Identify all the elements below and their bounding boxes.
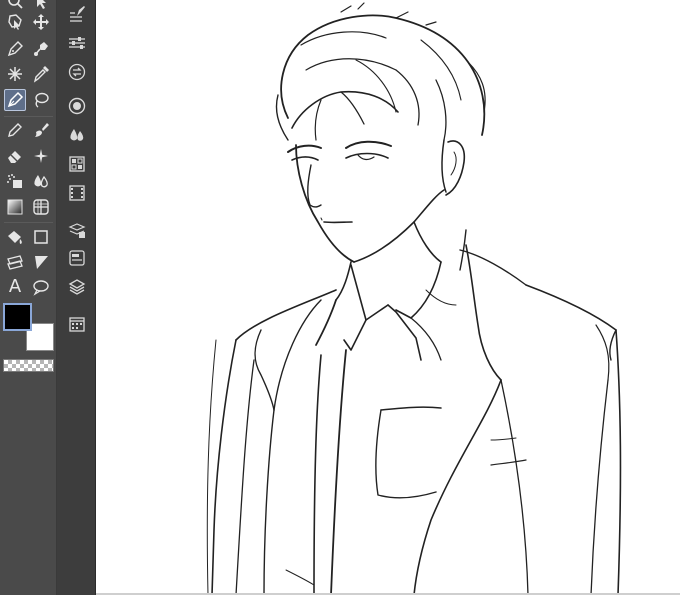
lasso-icon bbox=[35, 92, 49, 108]
eraser-tool-button[interactable] bbox=[4, 145, 26, 167]
calendar-button[interactable] bbox=[66, 313, 88, 335]
vector-pen-icon bbox=[34, 42, 48, 56]
bucket-icon bbox=[8, 231, 22, 244]
pen-tool-button[interactable] bbox=[4, 89, 26, 111]
blend-tool-button[interactable] bbox=[30, 170, 52, 192]
toolbox-panel: A bbox=[0, 0, 57, 595]
layers-icon bbox=[68, 279, 86, 295]
speech-bubble-icon bbox=[33, 280, 49, 296]
brush-icon bbox=[35, 123, 49, 137]
layer-button[interactable] bbox=[66, 276, 88, 298]
filmstrip-icon bbox=[69, 185, 85, 201]
color-set-button[interactable] bbox=[66, 124, 88, 146]
square-icon bbox=[34, 230, 48, 244]
calendar-icon bbox=[69, 317, 85, 332]
material-button[interactable] bbox=[66, 219, 88, 241]
airbrush-tool-button[interactable] bbox=[4, 170, 26, 192]
color-circle-icon bbox=[68, 97, 86, 115]
auto-select-tool-button[interactable] bbox=[4, 63, 26, 85]
text-icon: A bbox=[8, 276, 22, 297]
balloon-tool-button[interactable] bbox=[30, 276, 52, 298]
pencil-icon bbox=[8, 123, 22, 137]
drops-icon bbox=[70, 129, 84, 141]
palette-grid-icon bbox=[69, 156, 85, 172]
pen-nib-icon bbox=[7, 41, 23, 57]
ruler-icon bbox=[7, 255, 23, 270]
wand-icon bbox=[8, 67, 22, 81]
magnifier-icon bbox=[8, 0, 23, 9]
text-tool-button[interactable]: A bbox=[4, 276, 26, 298]
stack-grid-icon bbox=[68, 223, 86, 238]
figure-tool-button[interactable] bbox=[30, 226, 52, 248]
frame-tool-button[interactable] bbox=[30, 251, 52, 273]
eraser-icon bbox=[8, 151, 21, 163]
main-color-swatch[interactable] bbox=[3, 303, 32, 331]
pen-tool-alt-button[interactable] bbox=[4, 38, 26, 60]
object-select-icon bbox=[8, 14, 22, 30]
sub-tool-detail-button[interactable] bbox=[66, 32, 88, 54]
pen-nib-icon bbox=[7, 91, 24, 108]
navigator-button[interactable] bbox=[66, 61, 88, 83]
fill-tool-button[interactable] bbox=[4, 226, 26, 248]
grid-icon bbox=[33, 199, 49, 215]
intermediate-color-button[interactable] bbox=[66, 153, 88, 175]
tool-property-button[interactable] bbox=[66, 3, 88, 25]
airbrush-icon bbox=[7, 174, 22, 188]
command-bar bbox=[57, 0, 96, 595]
brush-tool-button[interactable] bbox=[30, 119, 52, 141]
pencil-tool-button[interactable] bbox=[4, 119, 26, 141]
vector-edit-tool-button[interactable] bbox=[30, 38, 52, 60]
sliders-icon bbox=[69, 37, 85, 49]
drops-icon bbox=[34, 175, 48, 188]
color-wheel-button[interactable] bbox=[66, 95, 88, 117]
layer-property-button[interactable] bbox=[66, 247, 88, 269]
sparkle-icon bbox=[34, 149, 48, 163]
eyedropper-tool-button[interactable] bbox=[30, 63, 52, 85]
swap-circle-icon bbox=[68, 63, 86, 81]
gradient-icon bbox=[7, 199, 23, 215]
decoration-tool-button[interactable] bbox=[30, 145, 52, 167]
transparent-color-swatch[interactable] bbox=[3, 359, 54, 372]
lasso-tool-button[interactable] bbox=[30, 89, 52, 111]
grid-tool-button[interactable] bbox=[30, 196, 52, 218]
gradient-tool-button[interactable] bbox=[4, 196, 26, 218]
line-art-sketch bbox=[206, 2, 622, 595]
animation-button[interactable] bbox=[66, 182, 88, 204]
toolbox-divider bbox=[4, 116, 53, 117]
ruler-tool-button[interactable] bbox=[4, 251, 26, 273]
toolbox-divider bbox=[4, 222, 53, 223]
pen-list-icon bbox=[70, 6, 85, 22]
move-tool-button[interactable] bbox=[30, 11, 52, 33]
layer-panel-icon bbox=[69, 250, 85, 266]
cursor-icon bbox=[37, 0, 46, 9]
eyedropper-icon bbox=[33, 66, 49, 83]
move-arrows-icon bbox=[33, 14, 49, 30]
object-tool-button[interactable] bbox=[4, 11, 26, 33]
frame-icon bbox=[35, 256, 48, 269]
drawing-canvas[interactable] bbox=[96, 0, 680, 595]
